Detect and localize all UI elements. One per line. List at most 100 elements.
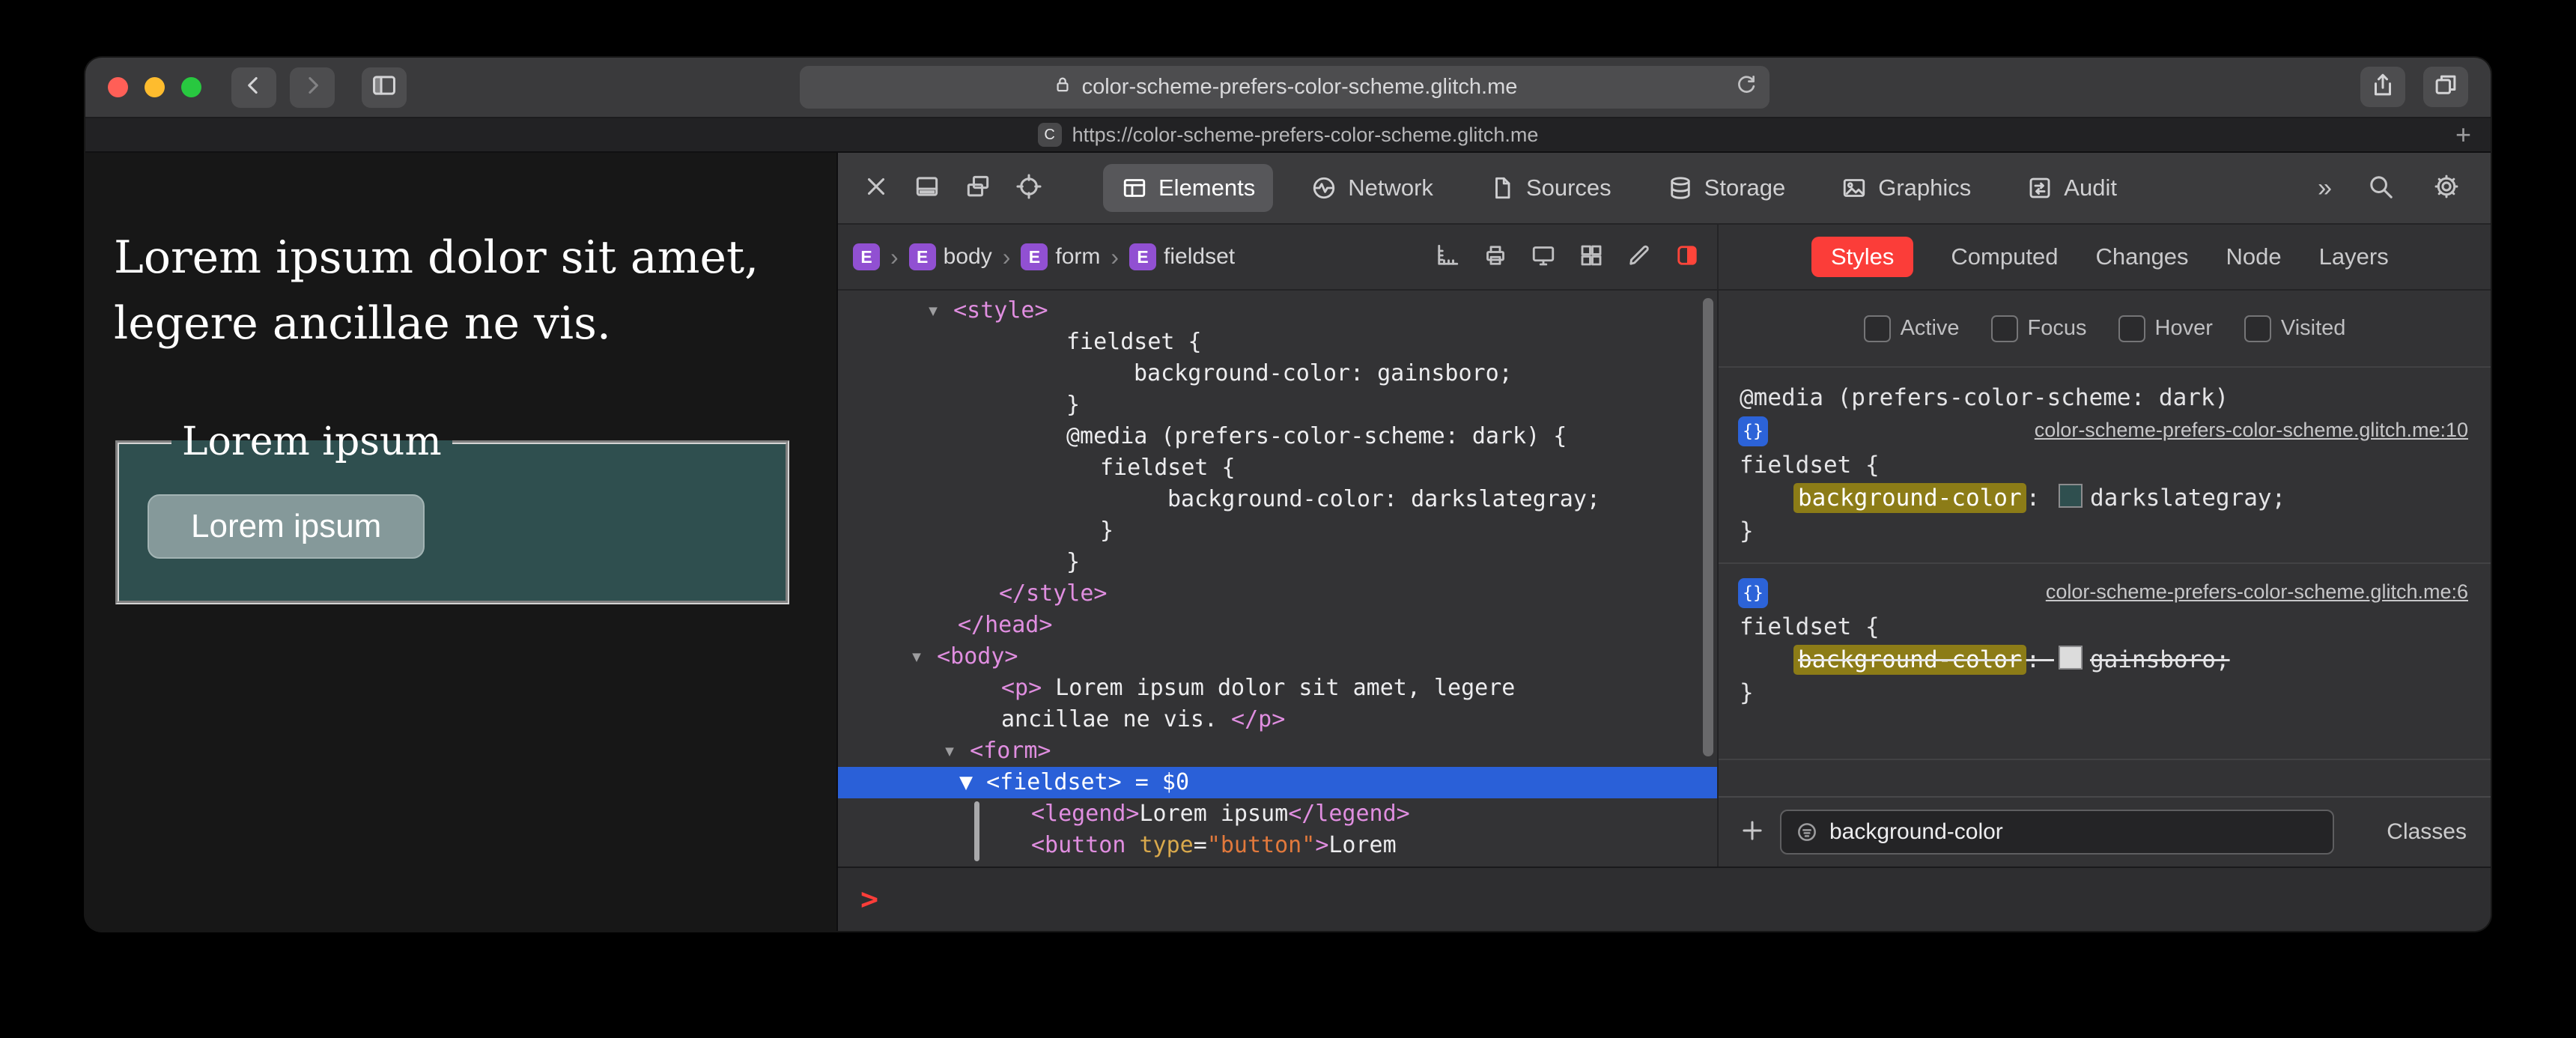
dom-token: </p> [1231, 706, 1286, 732]
back-button[interactable] [231, 67, 276, 108]
css-declaration[interactable]: background-color: darkslategray; [1719, 482, 2491, 515]
dom-tree-line[interactable]: </style> [838, 578, 1717, 610]
devtools-tab-network[interactable]: Network [1292, 164, 1451, 212]
new-tab-button[interactable]: + [2455, 121, 2471, 148]
dom-tree-line[interactable]: <button type="button">Lorem [838, 830, 1717, 861]
dom-tree-line[interactable]: } [838, 389, 1717, 421]
zoom-window-button[interactable] [181, 77, 201, 97]
pseudo-state-active[interactable]: Active [1863, 315, 1960, 342]
rule-close-brace: } [1740, 679, 1754, 706]
color-swatch[interactable] [2058, 484, 2083, 508]
device-icon [1530, 242, 1557, 273]
edit-toggle-button[interactable] [1626, 242, 1653, 273]
sidebar-tab-node[interactable]: Node [2226, 243, 2282, 270]
dom-tree-line[interactable]: <p> Lorem ipsum dolor sit amet, legere [838, 673, 1717, 704]
browser-tab[interactable]: C https://color-scheme-prefers-color-sch… [1037, 123, 1539, 147]
css-declaration[interactable]: background-color: gainsboro; [1719, 643, 2491, 676]
chevron-right-icon [298, 71, 326, 103]
tab-url: https://color-scheme-prefers-color-schem… [1072, 123, 1539, 146]
dom-tree-line[interactable]: background-color: darkslategray; [838, 484, 1717, 515]
address-bar[interactable]: color-scheme-prefers-color-scheme.glitch… [800, 66, 1770, 109]
dom-tree-line[interactable]: ancillae ne vis. </p> [838, 704, 1717, 735]
dock-bottom-button[interactable] [905, 166, 949, 210]
pseudo-state-hover[interactable]: Hover [2118, 315, 2213, 342]
disclosure-triangle-icon: ▾ [926, 297, 954, 324]
dom-tree-line[interactable]: ▾ <style> [838, 295, 1717, 327]
breadcrumb-item-body[interactable]: Ebody [908, 243, 992, 270]
devtools-tab-sources[interactable]: Sources [1471, 164, 1629, 212]
styles-filter-input[interactable]: background-color [1780, 810, 2334, 855]
filter-icon [1795, 820, 1819, 844]
titlebar-right-buttons [2360, 67, 2468, 107]
dom-token: type [1139, 832, 1194, 858]
checkbox-active[interactable] [1863, 315, 1891, 342]
dom-tree-line[interactable]: ▾ <body> [838, 641, 1717, 673]
dom-token: background-color: darkslategray; [1167, 486, 1600, 512]
appearance-toggle-button[interactable] [1674, 242, 1701, 273]
devtools-tab-elements[interactable]: Elements [1103, 164, 1274, 212]
page-fieldset-legend: Lorem ipsum [182, 419, 442, 464]
color-swatch[interactable] [2058, 646, 2083, 670]
grid-toggle-button[interactable] [1578, 242, 1605, 273]
dock-detach-button[interactable] [956, 166, 1000, 210]
devtools-tab-graphics[interactable]: Graphics [1823, 164, 1989, 212]
stylesheet-link[interactable]: color-scheme-prefers-color-scheme.glitch… [2046, 580, 2468, 604]
reload-icon [1734, 76, 1759, 103]
css-colon: : [2026, 646, 2054, 673]
dom-tree-line[interactable]: </head> [838, 610, 1717, 641]
dom-token: <legend> [1031, 801, 1140, 827]
paragraph-line-1: Lorem ipsum dolor sit amet, [114, 231, 759, 284]
reload-button[interactable] [1734, 73, 1759, 104]
close-icon [862, 172, 890, 204]
minimize-window-button[interactable] [145, 77, 165, 97]
dom-token: Lorem ipsum [1139, 801, 1289, 827]
checkbox-visited[interactable] [2244, 315, 2271, 342]
dom-token: <form> [970, 738, 1051, 764]
classes-toggle[interactable]: Classes [2387, 819, 2491, 845]
breadcrumb-item[interactable]: E [853, 243, 880, 270]
settings-button[interactable] [2425, 166, 2468, 210]
sidebar-tab-changes[interactable]: Changes [2095, 243, 2188, 270]
dom-tree-scrollbar[interactable] [1703, 298, 1713, 756]
checkbox-focus[interactable] [1990, 315, 2018, 342]
dom-tree-line[interactable]: <legend>Lorem ipsum</legend> [838, 798, 1717, 830]
breadcrumb-item-form[interactable]: Eform [1021, 243, 1100, 270]
checkbox-hover[interactable] [2118, 315, 2145, 342]
pseudo-state-focus[interactable]: Focus [1990, 315, 2087, 342]
stylesheet-link[interactable]: color-scheme-prefers-color-scheme.glitch… [2035, 419, 2468, 442]
devtools-tab-audit[interactable]: Audit [2008, 164, 2135, 212]
dom-tree-line[interactable]: fieldset { [838, 452, 1717, 484]
rulers-toggle-button[interactable] [1434, 242, 1461, 273]
close-button[interactable] [854, 166, 898, 210]
sidebar-tab-layers[interactable]: Layers [2319, 243, 2389, 270]
inspect-target-button[interactable] [1007, 166, 1051, 210]
dom-node-selected[interactable]: ▼ <fieldset> = $0 [838, 767, 1717, 798]
more-tabs-button[interactable]: » [2313, 174, 2336, 203]
dom-tree-line[interactable]: } [838, 515, 1717, 547]
dom-tree-line[interactable]: fieldset { [838, 327, 1717, 358]
new-rule-button[interactable] [1734, 816, 1771, 849]
share-button[interactable] [2360, 67, 2405, 107]
devtools-tab-storage[interactable]: Storage [1649, 164, 1804, 212]
details-sidebar-tabs: Styles Computed Changes Node Layers [1717, 225, 2491, 289]
pseudo-state-visited[interactable]: Visited [2244, 315, 2345, 342]
dom-tree-line[interactable]: ▾ <form> [838, 735, 1717, 767]
filter-text: background-color [1829, 819, 2003, 844]
tab-overview-button[interactable] [2423, 67, 2468, 107]
media-query-header: @media (prefers-color-scheme: dark) [1740, 384, 2229, 411]
sidebar-tab-styles[interactable]: Styles [1811, 237, 1914, 277]
close-window-button[interactable] [108, 77, 128, 97]
dom-tree-line[interactable]: } [838, 547, 1717, 578]
page-button[interactable]: Lorem ipsum [148, 494, 425, 559]
print-toggle-button[interactable] [1482, 242, 1509, 273]
sidebar-toggle-button[interactable] [362, 67, 407, 108]
forward-button[interactable] [290, 67, 335, 108]
device-toggle-button[interactable] [1530, 242, 1557, 273]
devtools-tab-label: Sources [1525, 174, 1611, 201]
quick-console[interactable]: > [838, 866, 2491, 931]
search-button[interactable] [2359, 166, 2402, 210]
dom-tree-line[interactable]: background-color: gainsboro; [838, 358, 1717, 389]
sidebar-tab-computed[interactable]: Computed [1951, 243, 2058, 270]
breadcrumb-item-fieldset[interactable]: Efieldset [1129, 243, 1235, 270]
dom-tree-line[interactable]: @media (prefers-color-scheme: dark) { [838, 421, 1717, 452]
